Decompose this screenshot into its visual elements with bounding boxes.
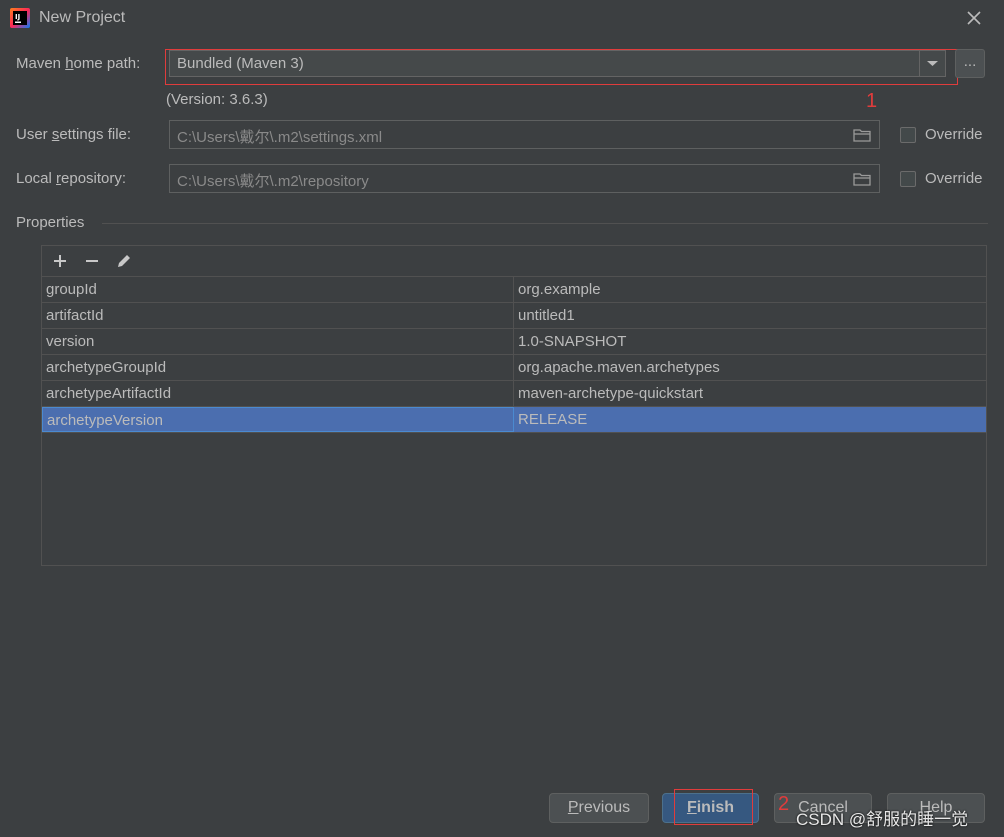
close-icon[interactable]: [960, 4, 988, 32]
title-bar: IJ New Project: [0, 0, 1004, 36]
table-row[interactable]: archetypeGroupId org.apache.maven.archety…: [42, 355, 986, 381]
browse-button[interactable]: ...: [955, 49, 985, 78]
user-settings-label: User settings file:: [16, 126, 132, 143]
previous-button[interactable]: Previous: [549, 793, 649, 823]
annotation-box-1: [165, 49, 958, 85]
property-value-cell[interactable]: untitled1: [514, 303, 986, 328]
property-key-cell[interactable]: archetypeGroupId: [42, 355, 514, 380]
property-value-cell[interactable]: 1.0-SNAPSHOT: [514, 329, 986, 354]
watermark: CSDN @舒服的睡一觉: [796, 810, 969, 829]
annotation-box-2: [674, 789, 753, 825]
table-row[interactable]: version 1.0-SNAPSHOT: [42, 329, 986, 355]
maven-home-label: Maven home path:: [16, 55, 141, 72]
property-key-cell[interactable]: version: [42, 329, 514, 354]
window-title: New Project: [39, 9, 126, 26]
property-value-cell[interactable]: org.example: [514, 277, 986, 302]
user-settings-override-checkbox[interactable]: [900, 127, 916, 143]
local-repository-field[interactable]: C:\Users\戴尔\.m2\repository: [169, 164, 880, 193]
property-key-cell[interactable]: artifactId: [42, 303, 514, 328]
property-key-cell[interactable]: groupId: [42, 277, 514, 302]
property-value-cell[interactable]: RELEASE: [514, 407, 986, 432]
property-value-cell[interactable]: maven-archetype-quickstart: [514, 381, 986, 406]
property-value-cell[interactable]: org.apache.maven.archetypes: [514, 355, 986, 380]
properties-title: Properties: [16, 214, 85, 231]
edit-icon[interactable]: [114, 251, 134, 271]
user-settings-value: C:\Users\戴尔\.m2\settings.xml: [177, 129, 383, 146]
table-row[interactable]: artifactId untitled1: [42, 303, 986, 329]
properties-panel: groupId org.example artifactId untitled1 ver…: [41, 245, 987, 566]
table-row[interactable]: archetypeArtifactId maven-archetype-quick…: [42, 381, 986, 407]
remove-icon[interactable]: [82, 251, 102, 271]
local-repository-label: Local repository:: [16, 170, 127, 187]
table-row[interactable]: archetypeVersion RELEASE: [42, 407, 986, 433]
svg-text:IJ: IJ: [15, 13, 20, 21]
properties-separator: [102, 223, 988, 224]
table-row[interactable]: groupId org.example: [42, 277, 986, 303]
local-repository-override-checkbox[interactable]: [900, 171, 916, 187]
folder-icon[interactable]: [853, 128, 871, 142]
local-repository-override-label: Override: [925, 170, 983, 187]
folder-icon[interactable]: [853, 172, 871, 186]
maven-version-text: (Version: 3.6.3): [166, 91, 268, 108]
add-icon[interactable]: [50, 251, 70, 271]
user-settings-override-label: Override: [925, 126, 983, 143]
properties-toolbar: [42, 246, 986, 276]
property-key-cell[interactable]: archetypeArtifactId: [42, 381, 514, 406]
property-key-cell[interactable]: archetypeVersion: [42, 407, 514, 432]
user-settings-field[interactable]: C:\Users\戴尔\.m2\settings.xml: [169, 120, 880, 149]
intellij-idea-icon: IJ: [10, 8, 30, 28]
annotation-number-1: 1: [866, 90, 878, 112]
annotation-number-2-overlay: 2: [778, 793, 790, 815]
local-repository-value: C:\Users\戴尔\.m2\repository: [177, 173, 369, 190]
properties-table: groupId org.example artifactId untitled1 ver…: [42, 276, 986, 433]
